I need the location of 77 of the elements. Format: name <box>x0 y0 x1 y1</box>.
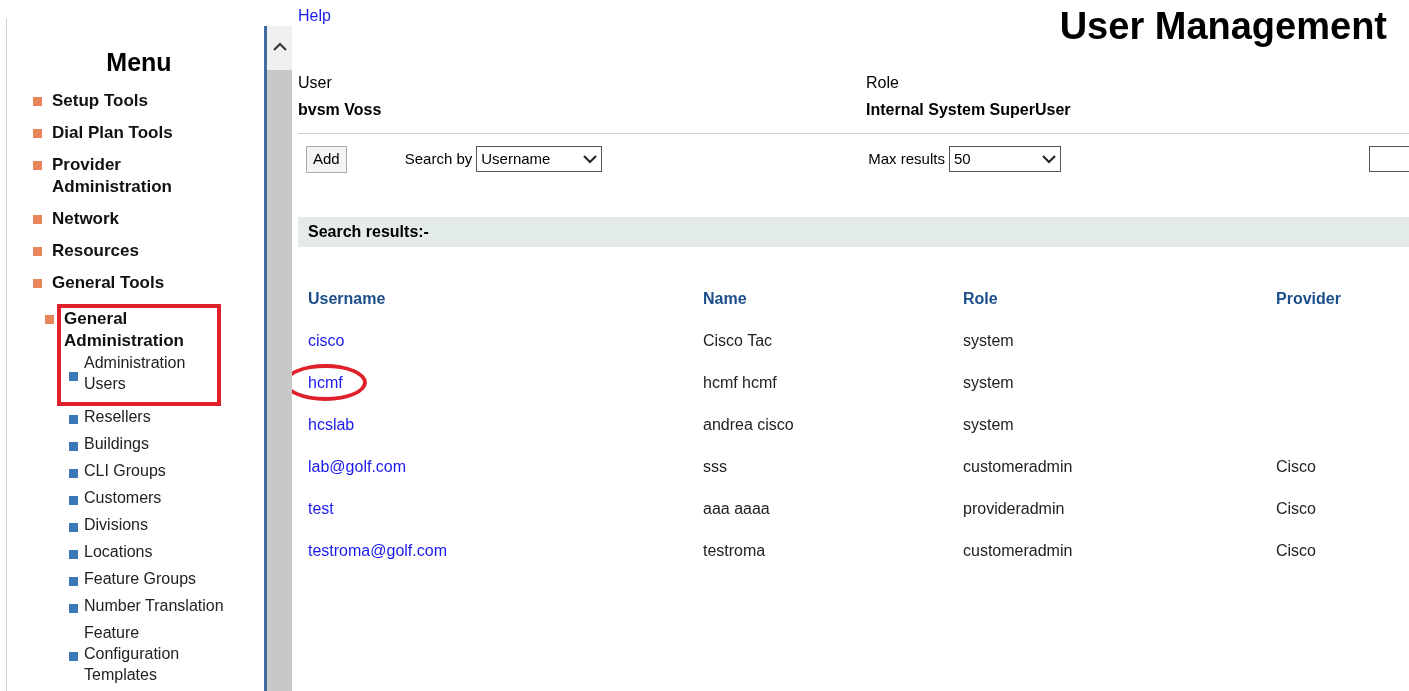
table-cell-text: Cisco Tac <box>703 330 774 351</box>
column-header: Name <box>703 288 748 309</box>
bullet-icon <box>69 652 78 661</box>
column-header: Provider <box>1276 288 1342 309</box>
field-label: Role <box>866 73 900 93</box>
table-cell-text: hcmf hcmf <box>703 372 778 393</box>
bullet-icon <box>33 96 42 106</box>
column-header: Username <box>308 288 387 309</box>
menu-item[interactable]: Dial Plan Tools <box>52 121 173 144</box>
table-cell-text: system <box>963 372 1015 393</box>
menu-item[interactable]: Network <box>52 207 120 230</box>
bullet-icon <box>69 604 78 613</box>
field-label: Search by <box>404 149 473 169</box>
menu-item[interactable]: Provider Administration <box>52 153 202 198</box>
chevron-down-icon <box>583 154 598 164</box>
field-label: User <box>298 73 333 93</box>
bullet-icon <box>69 469 78 478</box>
add-button[interactable]: Add <box>306 146 347 173</box>
bullet-icon <box>33 128 42 138</box>
bullet-icon <box>69 550 78 559</box>
username-link[interactable]: test <box>308 499 334 517</box>
menu-item[interactable]: General Tools <box>52 271 165 294</box>
chevron-down-icon <box>1041 154 1056 164</box>
menu-item[interactable]: Customers <box>84 486 162 508</box>
bullet-icon <box>45 314 54 324</box>
table-cell-text: customeradmin <box>963 456 1074 477</box>
page-title: User Management <box>1059 4 1387 49</box>
bullet-icon <box>69 371 78 381</box>
table-cell-text: Cisco <box>1276 540 1317 561</box>
menu-item[interactable]: Locations <box>84 540 153 562</box>
bullet-icon <box>69 577 78 586</box>
menu-item[interactable]: CLI Groups <box>84 459 166 481</box>
menu-item[interactable]: Buildings <box>84 432 149 454</box>
bullet-icon <box>33 214 42 224</box>
field-value: bvsm Voss <box>298 100 383 120</box>
username-link[interactable]: hcslab <box>308 415 355 433</box>
menu-item[interactable]: Administration Users <box>84 351 217 394</box>
bullet-icon <box>33 246 42 256</box>
menu-item[interactable]: Setup Tools <box>52 89 148 112</box>
bullet-icon <box>33 278 42 288</box>
menu-item[interactable]: Divisions <box>84 513 148 535</box>
username-link[interactable]: cisco <box>308 331 345 349</box>
menu-item[interactable]: Feature Groups <box>84 567 197 589</box>
menu-item[interactable]: Resources <box>52 239 139 262</box>
menu-item[interactable]: Number Translation <box>84 594 224 616</box>
table-cell-text: provideradmin <box>963 498 1066 519</box>
table-cell-text: Cisco <box>1276 456 1317 477</box>
table-cell-text: system <box>963 330 1015 351</box>
bullet-icon <box>33 160 42 170</box>
dropdown[interactable]: 50 <box>948 146 1061 173</box>
table-cell-text: sss <box>703 456 728 477</box>
menu-title: Menu <box>105 47 173 78</box>
bullet-icon <box>69 442 78 451</box>
menu-item[interactable]: General Administration <box>64 307 214 352</box>
menu-item[interactable]: Resellers <box>84 405 151 427</box>
section-heading: Search results:- <box>298 216 1409 247</box>
table-cell-text: customeradmin <box>963 540 1074 561</box>
dropdown[interactable]: Username <box>476 146 603 173</box>
username-link[interactable]: testroma@golf.com <box>308 541 447 559</box>
username-link[interactable]: lab@golf.com <box>308 457 407 475</box>
field-label: Max results <box>868 149 945 169</box>
menu-item[interactable]: Feature Configuration Templates <box>84 621 234 685</box>
bullet-icon <box>69 415 78 424</box>
table-cell-text: testroma <box>703 540 767 561</box>
table-cell-text: Cisco <box>1276 498 1317 519</box>
bullet-icon <box>69 496 78 505</box>
table-cell-text: system <box>963 414 1015 435</box>
table-cell-text: aaa aaaa <box>703 498 771 519</box>
scrollbar[interactable] <box>264 26 292 691</box>
help-link[interactable]: Help <box>298 4 331 55</box>
column-header: Role <box>963 288 999 309</box>
bullet-icon <box>69 523 78 532</box>
username-link[interactable]: hcmf <box>292 363 367 401</box>
scroll-up-icon[interactable] <box>272 42 287 51</box>
table-cell-text: andrea cisco <box>703 414 795 435</box>
input-field[interactable] <box>1369 146 1409 173</box>
field-value: Internal System SuperUser <box>866 100 1072 120</box>
